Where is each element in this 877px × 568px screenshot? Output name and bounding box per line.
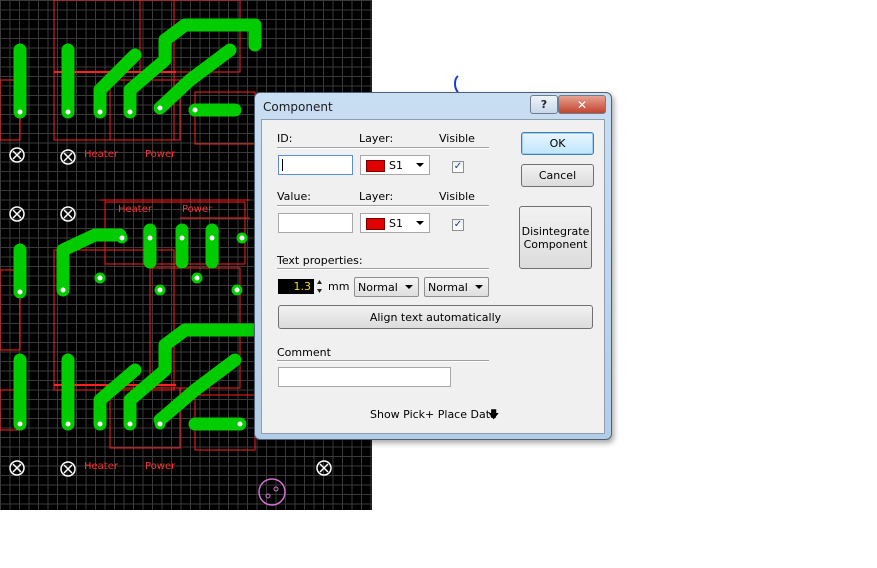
spin-arrows-icon[interactable]	[317, 280, 322, 293]
value-label: Value:	[277, 190, 311, 203]
id-separator	[277, 147, 489, 149]
comment-input[interactable]	[278, 367, 451, 387]
label-power: Power	[145, 149, 176, 160]
id-visible-checkbox[interactable]: ✓	[452, 161, 464, 173]
align-text-button[interactable]: Align text automatically	[278, 305, 593, 329]
label-power: Power	[145, 461, 176, 472]
text-style-2-value: Normal	[428, 281, 468, 294]
value-layer-label: Layer:	[359, 190, 394, 203]
help-button[interactable]: ?	[530, 95, 558, 114]
cancel-button[interactable]: Cancel	[521, 164, 594, 187]
label-power: Power	[182, 204, 213, 215]
text-properties-label: Text properties:	[277, 254, 363, 267]
close-button[interactable]: ✕	[558, 95, 606, 114]
layer-color-swatch	[366, 218, 385, 230]
chevron-down-icon	[405, 285, 413, 289]
id-layer-value: S1	[389, 159, 403, 172]
text-caret	[282, 159, 283, 171]
id-layer-select[interactable]: S1	[360, 155, 430, 175]
copper-tracks	[13, 18, 262, 431]
label-heater: Heater	[84, 149, 119, 160]
show-pick-place-link[interactable]: Show Pick+ Place Data	[370, 408, 497, 421]
value-input[interactable]	[278, 213, 353, 233]
chevron-down-icon	[416, 221, 424, 225]
id-layer-label: Layer:	[359, 132, 394, 145]
comment-label: Comment	[277, 346, 331, 359]
id-label: ID:	[277, 132, 293, 145]
arrow-down-icon[interactable]: 🡇	[488, 406, 499, 425]
text-style-1-value: Normal	[358, 281, 398, 294]
dialog-client: ID: Layer: Visible S1 ✓ Value: Layer: Vi…	[261, 119, 605, 434]
value-separator	[277, 205, 489, 207]
ok-button[interactable]: OK	[521, 132, 594, 155]
disintegrate-component-button[interactable]: Disintegrate Component	[519, 206, 592, 269]
pick-marker	[258, 478, 286, 506]
layer-color-swatch	[366, 160, 385, 172]
id-visible-label: Visible	[439, 132, 475, 145]
label-heater: Heater	[84, 461, 119, 472]
text-height-input[interactable]: 1.3	[278, 279, 314, 294]
text-style-select-2[interactable]: Normal	[424, 277, 489, 297]
text-height-unit: mm	[328, 280, 350, 293]
label-heater: Heater	[118, 204, 153, 215]
chevron-down-icon	[416, 163, 424, 167]
chevron-down-icon	[475, 285, 483, 289]
value-visible-label: Visible	[439, 190, 475, 203]
text-properties-separator	[277, 268, 489, 270]
dialog-title: Component	[263, 100, 333, 114]
text-style-select-1[interactable]: Normal	[354, 277, 419, 297]
comment-separator	[277, 360, 489, 362]
value-visible-checkbox[interactable]: ✓	[452, 219, 464, 231]
component-dialog[interactable]: Component ? ✕ ID: Layer: Visible S1 ✓ Va…	[254, 92, 612, 440]
value-layer-select[interactable]: S1	[360, 213, 430, 233]
id-input[interactable]	[278, 155, 353, 175]
value-layer-value: S1	[389, 217, 403, 230]
